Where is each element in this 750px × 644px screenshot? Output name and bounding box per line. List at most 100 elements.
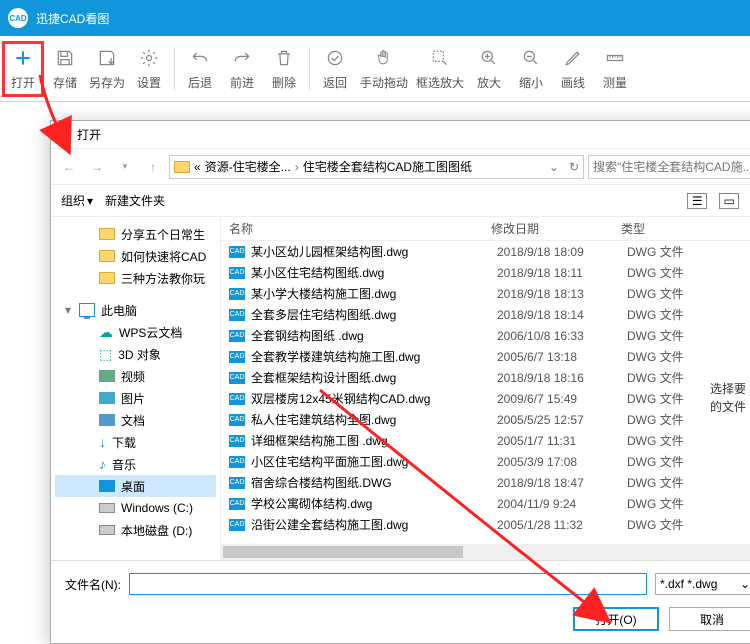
app-title: 迅捷CAD看图	[36, 10, 109, 27]
dwg-file-icon: CAD	[229, 456, 245, 468]
dialog-titlebar[interactable]: 打开	[51, 121, 750, 149]
measure-button[interactable]: 测量	[594, 41, 636, 97]
pan-button[interactable]: 手动拖动	[356, 41, 412, 97]
file-date: 2009/6/7 15:49	[497, 392, 627, 406]
file-row[interactable]: CAD详细框架结构施工图 .dwg2005/1/7 11:31DWG 文件	[221, 430, 750, 451]
file-list-header[interactable]: 名称 修改日期 类型	[221, 217, 750, 241]
file-date: 2018/9/18 18:11	[497, 266, 627, 280]
line-button[interactable]: 画线	[552, 41, 594, 97]
file-list: 名称 修改日期 类型 CAD某小区幼儿园框架结构图.dwg2018/9/18 1…	[221, 217, 750, 560]
file-row[interactable]: CAD私人住宅建筑结构全图.dwg2005/5/25 12:57DWG 文件	[221, 409, 750, 430]
open-confirm-button[interactable]: 打开(O)	[573, 607, 659, 631]
file-row[interactable]: CAD全套教学楼建筑结构施工图.dwg2005/6/7 13:18DWG 文件	[221, 346, 750, 367]
col-date[interactable]: 修改日期	[491, 220, 621, 237]
dialog-icon	[57, 128, 71, 142]
file-type: DWG 文件	[627, 285, 684, 302]
tree-node[interactable]: 视频	[55, 365, 216, 387]
cancel-button[interactable]: 取消	[669, 607, 750, 631]
back-button[interactable]: 后退	[179, 41, 221, 97]
toolbar-separator	[174, 48, 175, 90]
zoomin-icon	[477, 46, 501, 70]
scrollbar-horizontal[interactable]	[221, 544, 750, 560]
forward-button[interactable]: 前进	[221, 41, 263, 97]
file-date: 2018/9/18 18:16	[497, 371, 627, 385]
newfolder-button[interactable]: 新建文件夹	[105, 192, 165, 209]
preview-pane-icon[interactable]: ▭	[719, 193, 739, 209]
tree-node[interactable]: 如何快速将CAD	[55, 245, 216, 267]
pencil-icon	[561, 46, 585, 70]
save-button[interactable]: 存储	[44, 41, 86, 97]
saveas-label: 另存为	[89, 74, 125, 91]
file-row[interactable]: CAD全套钢结构图纸 .dwg2006/10/8 16:33DWG 文件	[221, 325, 750, 346]
tree-node[interactable]: ↓下载	[55, 431, 216, 453]
col-name[interactable]: 名称	[221, 220, 491, 237]
file-row[interactable]: CAD宿舍综合楼结构图纸.DWG2018/9/18 18:47DWG 文件	[221, 472, 750, 493]
file-name: 小区住宅结构平面施工图.dwg	[251, 453, 497, 470]
zoomout-button[interactable]: 缩小	[510, 41, 552, 97]
zoomin-button[interactable]: 放大	[468, 41, 510, 97]
search-box[interactable]	[588, 155, 750, 179]
file-row[interactable]: CAD小区住宅结构平面施工图.dwg2005/3/9 17:08DWG 文件	[221, 451, 750, 472]
tree-node[interactable]: 分享五个日常生	[55, 223, 216, 245]
tree-node[interactable]: ⬚3D 对象	[55, 343, 216, 365]
delete-button[interactable]: 删除	[263, 41, 305, 97]
file-row[interactable]: CAD全套多层住宅结构图纸.dwg2018/9/18 18:14DWG 文件	[221, 304, 750, 325]
tree-node[interactable]: 本地磁盘 (D:)	[55, 519, 216, 541]
scrollbar-thumb[interactable]	[223, 546, 463, 558]
organize-button[interactable]: 组织 ▾	[61, 192, 93, 209]
file-row[interactable]: CAD沿街公建全套结构施工图.dwg2005/1/28 11:32DWG 文件	[221, 514, 750, 535]
tree-node[interactable]: Windows (C:)	[55, 497, 216, 519]
saveas-button[interactable]: 另存为	[86, 41, 128, 97]
folder-icon	[99, 250, 115, 262]
folder-icon	[99, 272, 115, 284]
tree-node[interactable]: 桌面	[55, 475, 216, 497]
toolbar-separator	[309, 48, 310, 90]
dwg-file-icon: CAD	[229, 414, 245, 426]
tree-node[interactable]: 三种方法教你玩	[55, 267, 216, 289]
preview-hint: 选择要 的文件	[710, 380, 750, 416]
crumb-dropdown-icon[interactable]: ⌄	[549, 160, 559, 174]
tree-node[interactable]: ▾此电脑	[55, 299, 216, 321]
file-row[interactable]: CAD某小学大楼结构施工图.dwg2018/9/18 18:13DWG 文件	[221, 283, 750, 304]
nav-back-icon[interactable]: ←	[57, 155, 81, 179]
chevron-icon: ▾	[65, 303, 73, 317]
nav-up-icon[interactable]: ↑	[141, 155, 165, 179]
col-type[interactable]: 类型	[621, 220, 750, 237]
search-input[interactable]	[593, 160, 750, 174]
file-type: DWG 文件	[627, 516, 684, 533]
refresh-icon[interactable]: ↻	[569, 160, 579, 174]
tree-label: 桌面	[121, 478, 145, 495]
tree-node[interactable]: ♪音乐	[55, 453, 216, 475]
filename-input[interactable]	[129, 573, 647, 595]
file-type: DWG 文件	[627, 243, 684, 260]
dwg-file-icon: CAD	[229, 267, 245, 279]
nav-fwd-icon[interactable]: →	[85, 155, 109, 179]
file-row[interactable]: CAD双层楼房12x45米钢结构CAD.dwg2009/6/7 15:49DWG…	[221, 388, 750, 409]
crumb-seg2[interactable]: 住宅楼全套结构CAD施工图图纸	[303, 158, 472, 175]
zoombox-button[interactable]: 框选放大	[412, 41, 468, 97]
view-mode-icon[interactable]: ☰	[687, 193, 707, 209]
drive-icon	[99, 503, 115, 513]
file-row[interactable]: CAD学校公寓砌体结构.dwg2004/11/9 9:24DWG 文件	[221, 493, 750, 514]
tree-node[interactable]: ☁WPS云文档	[55, 321, 216, 343]
open-button[interactable]: 打开	[2, 41, 44, 97]
hand-icon	[372, 46, 396, 70]
file-row[interactable]: CAD某小区幼儿园框架结构图.dwg2018/9/18 18:09DWG 文件	[221, 241, 750, 262]
settings-button[interactable]: 设置	[128, 41, 170, 97]
file-row[interactable]: CAD全套框架结构设计图纸.dwg2018/9/18 18:16DWG 文件	[221, 367, 750, 388]
file-row[interactable]: CAD某小区住宅结构图纸.dwg2018/9/18 18:11DWG 文件	[221, 262, 750, 283]
dialog-navbar: ← → ▾ ↑ « 资源-住宅楼全... › 住宅楼全套结构CAD施工图图纸 ⌄…	[51, 149, 750, 185]
filename-label: 文件名(N):	[65, 576, 121, 593]
breadcrumb[interactable]: « 资源-住宅楼全... › 住宅楼全套结构CAD施工图图纸 ⌄ ↻	[169, 155, 584, 179]
tree-node[interactable]: 文档	[55, 409, 216, 431]
chevron-right-icon: ›	[295, 160, 299, 174]
file-date: 2018/9/18 18:13	[497, 287, 627, 301]
crumb-seg1[interactable]: 资源-住宅楼全...	[205, 158, 291, 175]
nav-history-icon[interactable]: ▾	[113, 155, 137, 179]
dwg-file-icon: CAD	[229, 519, 245, 531]
crumb-prefix: «	[194, 160, 201, 174]
tree-node[interactable]: 图片	[55, 387, 216, 409]
folder-tree[interactable]: 分享五个日常生如何快速将CAD三种方法教你玩 ▾此电脑☁WPS云文档⬚3D 对象视…	[51, 217, 221, 560]
filetype-select[interactable]: *.dxf *.dwg ⌄	[655, 573, 750, 595]
return-button[interactable]: 返回	[314, 41, 356, 97]
